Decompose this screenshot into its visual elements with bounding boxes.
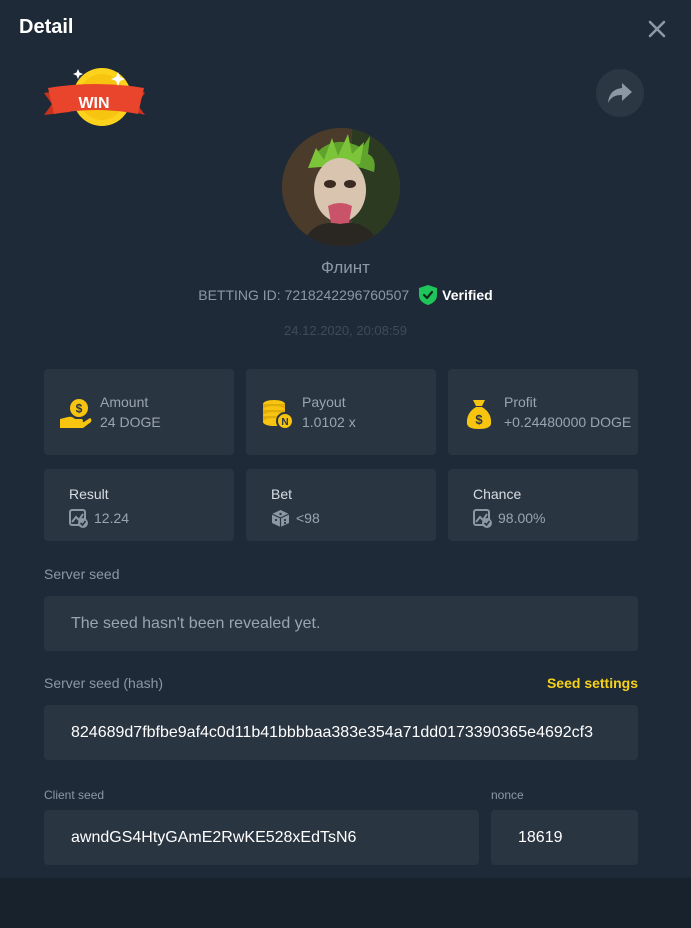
chart-check-icon: [473, 509, 492, 528]
nonce-field[interactable]: 18619: [491, 810, 638, 865]
chart-check-icon: [69, 509, 88, 528]
payout-card: N Payout 1.0102 x: [246, 369, 436, 455]
server-seed-hash-field[interactable]: 824689d7fbfbe9af4c0d11b41bbbbaa383e354a7…: [44, 705, 638, 760]
svg-text:$: $: [76, 402, 83, 416]
bet-timestamp: 24.12.2020, 20:08:59: [284, 323, 407, 338]
verified-label: Verified: [442, 287, 493, 303]
profit-card: $ Profit +0.24480000 DOGE: [448, 369, 638, 455]
payout-value: 1.0102 x: [302, 414, 356, 430]
betting-id-value: 7218242296760507: [284, 287, 410, 303]
detail-panel: Detail WIN Флинт BETTING ID: 72182422967…: [0, 0, 691, 878]
verified-status: Verified: [419, 285, 493, 305]
server-seed-field[interactable]: The seed hasn't been revealed yet.: [44, 596, 638, 651]
avatar: [282, 128, 400, 246]
close-button[interactable]: [644, 16, 670, 42]
seed-settings-link[interactable]: Seed settings: [547, 675, 638, 691]
user-avatar-image: [282, 128, 400, 246]
result-value: 12.24: [94, 510, 130, 526]
betting-id-row: BETTING ID: 7218242296760507 Verified: [0, 285, 691, 305]
client-seed-field[interactable]: awndGS4HtyGAmE2RwKE528xEdTsN6: [44, 810, 479, 865]
amount-label: Amount: [100, 394, 149, 410]
share-arrow-icon: [608, 83, 632, 103]
chance-card: Chance 98.00%: [448, 469, 638, 541]
share-button[interactable]: [596, 69, 644, 117]
bet-label: Bet: [271, 486, 293, 502]
svg-text:$: $: [475, 412, 483, 427]
payout-label: Payout: [302, 394, 346, 410]
profit-value: +0.24480000 DOGE: [504, 414, 632, 430]
bet-value: <98: [296, 510, 320, 526]
server-seed-label: Server seed: [44, 566, 120, 582]
chance-value: 98.00%: [498, 510, 546, 526]
server-seed-hash-label: Server seed (hash): [44, 675, 164, 691]
page-title: Detail: [19, 16, 74, 38]
client-seed-label: Client seed: [44, 788, 105, 802]
win-ribbon-icon: WIN: [44, 68, 145, 126]
close-icon: [648, 20, 666, 38]
shield-check-icon: [419, 285, 438, 305]
betting-id-text: BETTING ID: 7218242296760507: [198, 287, 409, 303]
win-badge: WIN: [42, 66, 146, 132]
profit-label: Profit: [504, 394, 537, 410]
bet-card: Bet <98: [246, 469, 436, 541]
amount-card: $ Amount 24 DOGE: [44, 369, 234, 455]
dice-icon: [271, 510, 290, 527]
betting-id-label: BETTING ID:: [198, 287, 281, 303]
money-bag-icon: $: [466, 400, 492, 429]
svg-text:N: N: [281, 417, 288, 428]
svg-text:WIN: WIN: [78, 95, 109, 112]
result-card: Result 12.24: [44, 469, 234, 541]
amount-value: 24 DOGE: [100, 414, 161, 430]
nonce-label: nonce: [491, 788, 524, 802]
coin-stack-icon: N: [263, 400, 294, 430]
bottom-backdrop: [0, 878, 691, 928]
result-label: Result: [69, 486, 109, 502]
chance-label: Chance: [473, 486, 522, 502]
username: Флинт: [321, 258, 370, 277]
hand-coin-icon: $: [60, 399, 92, 428]
